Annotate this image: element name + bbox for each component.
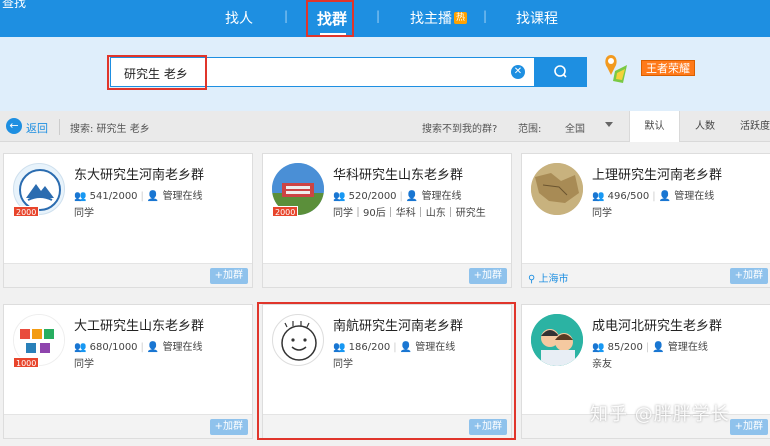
nav-separator: | bbox=[376, 9, 381, 23]
map-avatar-icon bbox=[531, 163, 583, 215]
group-tags: 同学 bbox=[74, 359, 94, 370]
group-title[interactable]: 大工研究生山东老乡群 bbox=[74, 315, 204, 334]
couple-avatar-icon bbox=[531, 314, 583, 366]
join-group-button[interactable]: +加群 bbox=[729, 419, 768, 435]
members-icon: 👥 bbox=[74, 342, 87, 353]
card-footer: +加群 bbox=[4, 414, 252, 438]
nav-separator: | bbox=[284, 9, 289, 23]
group-tags: 同学｜90后｜华科｜山东｜研究生 bbox=[333, 208, 486, 219]
group-title[interactable]: 华科研究生山东老乡群 bbox=[333, 164, 463, 183]
back-arrow-icon[interactable]: ← bbox=[6, 118, 22, 134]
group-card[interactable]: 上理研究生河南老乡群 👥 496/500 | 👤 管理在线 同学 ⚲ 上海市 +加群 bbox=[521, 153, 770, 288]
join-group-button[interactable]: +加群 bbox=[209, 268, 248, 284]
not-found-link[interactable]: 搜索不到我的群? bbox=[422, 120, 497, 135]
group-title[interactable]: 东大研究生河南老乡群 bbox=[74, 164, 204, 183]
level-badge: 2000 bbox=[272, 206, 299, 217]
watermark: 知乎 @胖胖学长 bbox=[590, 404, 730, 425]
group-title[interactable]: 上理研究生河南老乡群 bbox=[592, 164, 722, 183]
group-meta: 👥 520/2000 | 👤 管理在线 bbox=[333, 191, 462, 202]
members-icon: 👥 bbox=[592, 342, 605, 353]
join-group-button[interactable]: +加群 bbox=[468, 268, 507, 284]
tab-find-streamers-label: 找主播 bbox=[410, 11, 452, 27]
tab-find-people[interactable]: 找人 bbox=[225, 8, 253, 28]
group-meta: 👥 680/1000 | 👤 管理在线 bbox=[74, 342, 203, 353]
tab-find-streamers[interactable]: 找主播热 bbox=[410, 8, 468, 28]
group-avatar bbox=[531, 163, 583, 215]
card-footer: ⚲ 上海市 +加群 bbox=[522, 263, 770, 287]
search-button[interactable] bbox=[535, 57, 587, 87]
top-nav: 查找 找人 | 找群 | 找主播热 | 找课程 bbox=[0, 0, 770, 37]
highlight-box-groups-tab bbox=[306, 0, 354, 37]
group-card[interactable]: 2000 华科研究生山东老乡群 👥 520/2000 | 👤 管理在线 同学｜90后… bbox=[262, 153, 512, 288]
member-count: 496/500 bbox=[607, 191, 650, 202]
card-footer: +加群 bbox=[263, 263, 511, 287]
admin-status: 管理在线 bbox=[162, 342, 203, 353]
search-summary: 搜索: 研究生 老乡 bbox=[70, 124, 150, 135]
group-meta: 👥 85/200 | 👤 管理在线 bbox=[592, 342, 708, 353]
admin-status: 管理在线 bbox=[421, 191, 462, 202]
admin-status: 管理在线 bbox=[667, 342, 708, 353]
admin-status: 管理在线 bbox=[162, 191, 203, 202]
group-title[interactable]: 成电河北研究生老乡群 bbox=[592, 315, 722, 334]
hot-badge: 热 bbox=[454, 12, 468, 24]
location-pin-icon: ⚲ bbox=[528, 274, 536, 285]
group-avatar bbox=[531, 314, 583, 366]
group-meta: 👥 541/2000 | 👤 管理在线 bbox=[74, 191, 203, 202]
tab-find-courses[interactable]: 找课程 bbox=[516, 8, 558, 28]
group-tags: 同学 bbox=[74, 208, 94, 219]
member-count: 85/200 bbox=[607, 342, 643, 353]
sort-tab-default[interactable]: 默认 bbox=[629, 111, 680, 142]
join-group-button[interactable]: +加群 bbox=[729, 268, 768, 284]
group-tags: 亲友 bbox=[592, 359, 612, 370]
admin-icon: 👤 bbox=[146, 191, 160, 202]
group-card[interactable]: 1000 大工研究生山东老乡群 👥 680/1000 | 👤 管理在线 同学 +加群 bbox=[3, 304, 253, 439]
divider bbox=[59, 119, 60, 135]
sort-tab-members[interactable]: 人数 bbox=[680, 111, 730, 142]
admin-status: 管理在线 bbox=[674, 191, 715, 202]
members-icon: 👥 bbox=[333, 191, 346, 202]
members-icon: 👥 bbox=[74, 191, 87, 202]
admin-icon: 👤 bbox=[405, 191, 419, 202]
group-tags: 同学 bbox=[592, 208, 612, 219]
highlight-box-card bbox=[257, 302, 516, 440]
range-label: 范围: bbox=[518, 124, 542, 135]
admin-icon: 👤 bbox=[652, 342, 665, 353]
back-button[interactable]: 返回 bbox=[26, 120, 48, 136]
game-character-icon[interactable] bbox=[601, 53, 629, 85]
member-count: 680/1000 bbox=[89, 342, 138, 353]
admin-icon: 👤 bbox=[658, 191, 672, 202]
chevron-down-icon[interactable] bbox=[605, 122, 613, 127]
group-card[interactable]: 2000 东大研究生河南老乡群 👥 541/2000 | 👤 管理在线 同学 +加群 bbox=[3, 153, 253, 288]
app-title: 查找 bbox=[2, 0, 27, 10]
search-icon bbox=[554, 65, 567, 78]
card-footer: +加群 bbox=[4, 263, 252, 287]
group-meta: 👥 496/500 | 👤 管理在线 bbox=[592, 191, 715, 202]
range-select[interactable]: 全国 bbox=[565, 120, 585, 135]
clear-icon[interactable]: ✕ bbox=[511, 65, 525, 79]
nav-separator: | bbox=[483, 9, 488, 23]
admin-icon: 👤 bbox=[146, 342, 160, 353]
search-area: 研究生 老乡 ✕ 王者荣耀 bbox=[0, 37, 770, 111]
location-label: ⚲ 上海市 bbox=[528, 270, 569, 285]
level-badge: 2000 bbox=[13, 206, 40, 217]
location-text: 上海市 bbox=[538, 274, 569, 285]
filter-bar: ← 返回 搜索: 研究生 老乡 搜索不到我的群? 范围: 全国 默认 人数 活跃… bbox=[0, 111, 770, 142]
sort-tab-activity[interactable]: 活跃度 bbox=[730, 111, 770, 142]
level-badge: 1000 bbox=[13, 357, 40, 368]
highlight-box-search bbox=[107, 55, 207, 90]
member-count: 520/2000 bbox=[348, 191, 397, 202]
game-promo-badge[interactable]: 王者荣耀 bbox=[641, 60, 695, 76]
members-icon: 👥 bbox=[592, 191, 605, 202]
member-count: 541/2000 bbox=[89, 191, 138, 202]
join-group-button[interactable]: +加群 bbox=[209, 419, 248, 435]
